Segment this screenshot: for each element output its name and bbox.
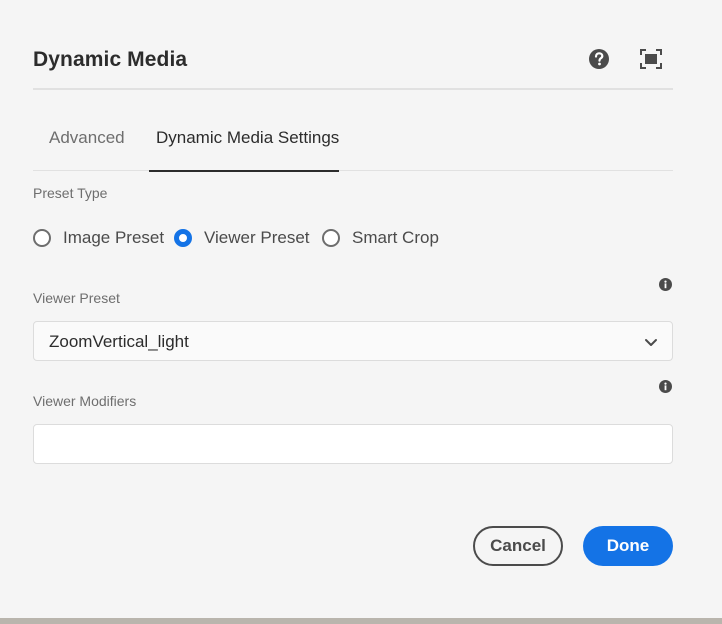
viewer-modifiers-label: Viewer Modifiers [33, 393, 137, 409]
radio-image-preset[interactable]: Image Preset [33, 226, 164, 250]
radio-unchecked-icon [322, 229, 340, 247]
radio-label: Smart Crop [352, 228, 439, 247]
radio-unchecked-icon [33, 229, 51, 247]
viewer-preset-select[interactable]: ZoomVertical_light [33, 321, 673, 361]
help-icon[interactable] [588, 48, 610, 70]
info-icon[interactable] [659, 380, 672, 393]
chevron-down-icon [643, 334, 659, 350]
tab-advanced[interactable]: Advanced [49, 128, 125, 171]
cancel-button[interactable]: Cancel [473, 526, 563, 566]
viewer-preset-label: Viewer Preset [33, 290, 120, 306]
preset-type-label: Preset Type [33, 185, 108, 201]
dialog-title: Dynamic Media [33, 48, 188, 71]
radio-viewer-preset[interactable]: Viewer Preset [174, 226, 310, 250]
viewer-modifiers-input[interactable] [33, 424, 673, 464]
info-icon[interactable] [659, 278, 672, 291]
dialog-header: Dynamic Media [33, 40, 673, 90]
tab-dynamic-media-settings[interactable]: Dynamic Media Settings [148, 128, 340, 172]
fullscreen-icon[interactable] [640, 49, 662, 69]
viewer-preset-value: ZoomVertical_light [49, 332, 189, 351]
radio-label: Viewer Preset [204, 228, 310, 247]
dynamic-media-dialog: Dynamic Media Advanced Dynamic Media Set… [0, 0, 722, 618]
radio-checked-icon [174, 229, 192, 247]
radio-label: Image Preset [63, 228, 165, 247]
background-strip [0, 618, 722, 624]
tab-list: Advanced Dynamic Media Settings [33, 110, 673, 172]
done-button[interactable]: Done [583, 526, 673, 566]
radio-smart-crop[interactable]: Smart Crop [322, 226, 439, 250]
